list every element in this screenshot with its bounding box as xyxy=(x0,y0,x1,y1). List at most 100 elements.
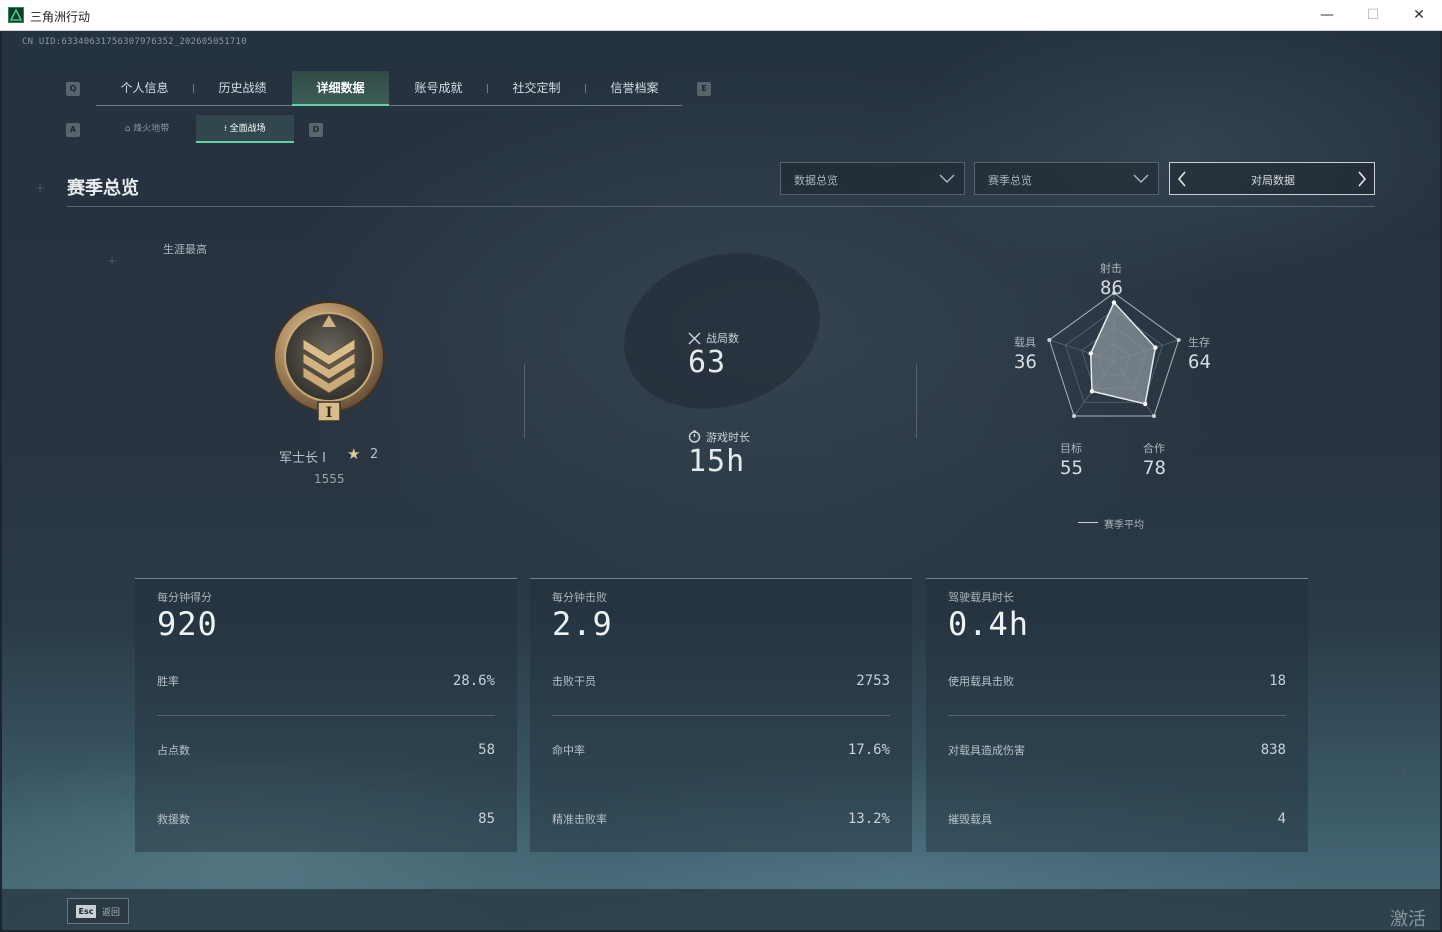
card-value: 2.9 xyxy=(552,605,613,643)
rank-badge-icon: I xyxy=(273,301,385,422)
card-row: 胜率 28.6% xyxy=(157,673,495,693)
row-label: 对载具造成伤害 xyxy=(948,744,1025,757)
subtab-label: 全面战场 xyxy=(229,124,266,134)
card-row: 对载具造成伤害 838 xyxy=(948,742,1286,762)
season-overview-dropdown[interactable]: 赛季总览 xyxy=(974,162,1159,195)
row-label: 使用载具击败 xyxy=(948,675,1014,688)
chevron-down-icon xyxy=(939,174,955,184)
chevron-right-icon[interactable] xyxy=(1356,170,1368,188)
minimize-button[interactable]: — xyxy=(1304,0,1350,31)
window-titlebar: 三角洲行动 — ☐ ✕ xyxy=(0,0,1442,31)
rank-name: 军士长 I xyxy=(279,451,326,466)
crossed-swords-icon xyxy=(688,332,701,345)
radar-axis-end-dot xyxy=(1072,414,1077,419)
maximize-button[interactable]: ☐ xyxy=(1350,0,1396,31)
card-title: 每分钟得分 xyxy=(157,591,212,604)
row-label: 精准击败率 xyxy=(552,813,607,826)
main-tab-bar: 个人信息 历史战绩 详细数据 账号成就 社交定制 信誉档案 xyxy=(96,71,682,106)
radar-value-point xyxy=(1088,351,1093,356)
star-icon: ★ xyxy=(347,445,361,463)
prev-subtab-key-hint: A xyxy=(66,123,80,137)
radar-label-shooting: 射击 xyxy=(1100,262,1122,275)
row-divider xyxy=(157,715,495,716)
row-label: 胜率 xyxy=(157,675,179,688)
match-data-pager: 对局数据 xyxy=(1169,162,1375,195)
card-row: 命中率 17.6% xyxy=(552,742,890,762)
row-divider xyxy=(948,715,1286,716)
radar-value-vehicle: 36 xyxy=(1014,351,1037,373)
card-row: 摧毁载具 4 xyxy=(948,811,1286,831)
card-row: 使用载具击败 18 xyxy=(948,673,1286,693)
row-label: 命中率 xyxy=(552,744,585,757)
tab-credit-record[interactable]: 信誉档案 xyxy=(586,71,683,106)
data-overview-dropdown[interactable]: 数据总览 xyxy=(780,162,965,195)
stat-card-kills: 每分钟击败 2.9 击败干员 2753 命中率 17.6% 精准击败率 13.2% xyxy=(530,578,912,852)
app-logo-icon xyxy=(8,7,24,23)
radar-value-area xyxy=(1089,301,1157,405)
pager-label: 对局数据 xyxy=(1251,174,1295,187)
column-divider xyxy=(524,364,525,438)
row-value: 18 xyxy=(1269,673,1286,689)
radar-value-point xyxy=(1153,345,1158,350)
row-label: 救援数 xyxy=(157,813,190,826)
card-row: 救援数 85 xyxy=(157,811,495,831)
next-subtab-key-hint: D xyxy=(309,123,323,137)
tab-personal-info[interactable]: 个人信息 xyxy=(96,71,193,106)
radar-axis-end-dot xyxy=(1151,414,1156,419)
tab-achievements[interactable]: 账号成就 xyxy=(390,71,487,106)
tab-social-custom[interactable]: 社交定制 xyxy=(488,71,585,106)
sub-tab-bar: ⌂ 烽火地带 ⟊ 全面战场 xyxy=(98,115,294,143)
card-row: 精准击败率 13.2% xyxy=(552,811,890,831)
playtime-value: 15h xyxy=(688,444,746,479)
row-label: 击败干员 xyxy=(552,675,596,688)
section-divider xyxy=(67,206,1375,207)
row-value: 85 xyxy=(478,811,495,827)
playtime-label: 游戏时长 xyxy=(706,431,750,444)
subtab-label: 烽火地带 xyxy=(133,124,170,134)
row-divider xyxy=(552,715,890,716)
radar-label-survival: 生存 xyxy=(1188,336,1210,349)
stat-card-vehicle: 驾驶载具时长 0.4h 使用载具击败 18 对载具造成伤害 838 摧毁载具 4 xyxy=(926,578,1308,852)
crosshair-decoration-icon: + xyxy=(107,254,118,268)
subtab-full-battlefield[interactable]: ⟊ 全面战场 xyxy=(196,115,294,143)
radar-axis-end-dot xyxy=(1176,337,1181,342)
crosshair-decoration-icon: + xyxy=(1329,836,1340,850)
section-title: 赛季总览 xyxy=(67,178,139,199)
close-button[interactable]: ✕ xyxy=(1396,0,1442,31)
subtab-hazard-zone[interactable]: ⌂ 烽火地带 xyxy=(98,115,196,143)
row-value: 2753 xyxy=(856,673,890,689)
game-viewport: + + + + CN UID:6334063175630797635​2_202… xyxy=(2,31,1440,930)
career-highest-label: 生涯最高 xyxy=(163,243,207,256)
row-value: 28.6% xyxy=(452,673,495,689)
matches-value: 63 xyxy=(688,345,727,380)
radar-value-shooting: 86 xyxy=(1100,277,1123,299)
stopwatch-icon xyxy=(688,430,701,443)
player-uid: CN UID:6334063175630797635​2_20260505171… xyxy=(22,37,247,47)
radar-axis-end-dot xyxy=(1047,337,1052,342)
radar-value-objective: 55 xyxy=(1060,457,1083,479)
next-tab-key-hint: E xyxy=(697,82,711,96)
tab-detailed-data[interactable]: 详细数据 xyxy=(292,71,389,106)
chevron-down-icon xyxy=(1133,174,1149,184)
radar-value-point xyxy=(1111,300,1117,305)
radar-label-objective: 目标 xyxy=(1060,442,1082,455)
stat-card-score: 每分钟得分 920 胜率 28.6% 占点数 58 救援数 85 xyxy=(135,578,517,852)
rank-star-count: 2 xyxy=(370,447,379,462)
tab-match-history[interactable]: 历史战绩 xyxy=(194,71,291,106)
row-value: 13.2% xyxy=(847,811,890,827)
flame-icon: ⌂ xyxy=(124,124,134,134)
row-label: 摧毁载具 xyxy=(948,813,992,826)
esc-key-hint: Esc xyxy=(76,905,96,918)
back-button[interactable]: Esc 返回 xyxy=(67,898,129,924)
radar-value-survival: 64 xyxy=(1188,351,1211,373)
radar-label-vehicle: 载具 xyxy=(1014,336,1036,349)
back-label: 返回 xyxy=(102,908,121,918)
row-label: 占点数 xyxy=(157,744,190,757)
card-row: 击败干员 2753 xyxy=(552,673,890,693)
radar-value-point xyxy=(1089,389,1095,394)
row-value: 17.6% xyxy=(847,742,890,758)
card-value: 0.4h xyxy=(948,605,1030,643)
rank-score: 1555 xyxy=(314,472,345,486)
bottom-bar: Esc 返回 xyxy=(2,889,1440,930)
card-title: 每分钟击败 xyxy=(552,591,607,604)
